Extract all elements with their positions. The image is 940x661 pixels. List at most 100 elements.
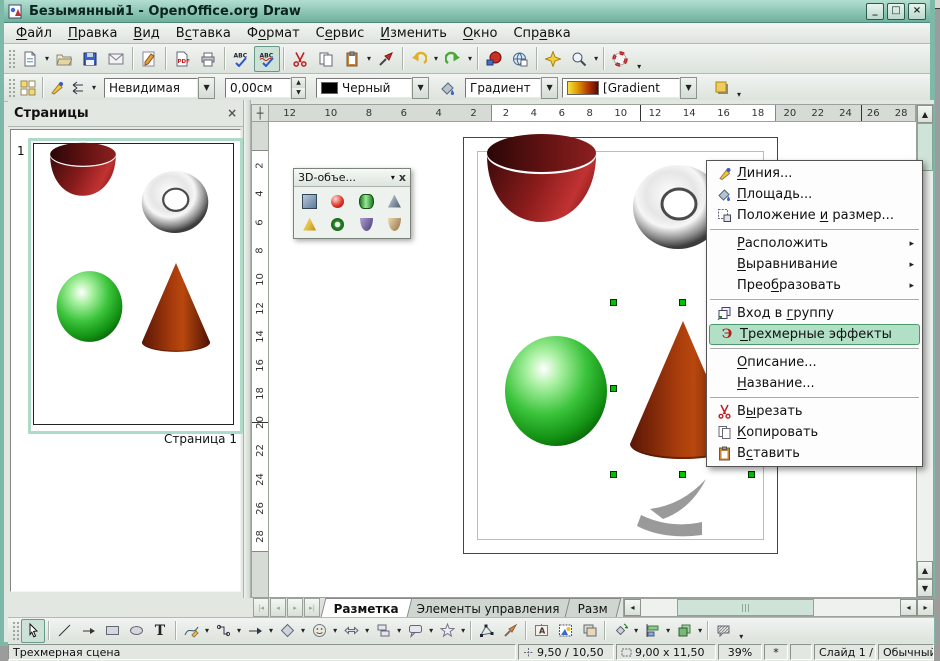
palette-close-icon[interactable]: x	[399, 171, 406, 184]
selection-handle-se[interactable]	[748, 471, 755, 478]
paste-dropdown[interactable]: ▾	[365, 54, 373, 63]
toolbar-grip[interactable]	[8, 49, 15, 69]
alignment-tool[interactable]	[640, 619, 664, 643]
save-button[interactable]	[77, 46, 103, 72]
pages-list[interactable]: 1 Страница 1	[10, 129, 241, 592]
3d-shell-tool[interactable]	[354, 214, 379, 234]
line-width-input[interactable]: 0,00см	[225, 78, 291, 98]
cut-button[interactable]	[287, 46, 313, 72]
lines-arrows-tool[interactable]	[243, 619, 267, 643]
menu-format[interactable]: Формат	[239, 25, 308, 42]
open-button[interactable]	[51, 46, 77, 72]
3d-cube-tool[interactable]	[297, 191, 322, 211]
toolbar-grip[interactable]	[8, 78, 15, 98]
new-document-button[interactable]	[17, 46, 43, 72]
spin-down-icon[interactable]: ▼	[292, 88, 305, 98]
format-paintbrush-button[interactable]	[373, 46, 399, 72]
selection-handle-sw[interactable]	[610, 471, 617, 478]
3d-objects-palette[interactable]: 3D-объе... ▾ x	[293, 168, 411, 239]
area-dialog-button[interactable]	[437, 75, 459, 101]
palette-dropdown-icon[interactable]: ▾	[387, 173, 399, 182]
stars-tool[interactable]	[435, 619, 459, 643]
pages-panel-close-icon[interactable]: ×	[227, 106, 237, 120]
arrange-tool[interactable]	[672, 619, 696, 643]
context-item-description[interactable]: Описание...	[707, 352, 922, 373]
arrow-style-button[interactable]	[68, 75, 90, 101]
3d-half-sphere-tool[interactable]	[382, 214, 407, 234]
toolbar-overflow[interactable]: ▾	[737, 90, 741, 99]
selection-handle-s[interactable]	[679, 471, 686, 478]
edit-points-tool[interactable]	[474, 619, 498, 643]
interaction-tool[interactable]	[711, 619, 735, 643]
last-layer-icon[interactable]: ▸|	[304, 598, 320, 617]
undo-dropdown[interactable]: ▾	[432, 54, 440, 63]
flowchart-tool[interactable]	[371, 619, 395, 643]
fontwork-tool[interactable]: A	[529, 619, 553, 643]
tab-layout[interactable]: Разметка	[321, 598, 413, 617]
insert-picture-tool[interactable]	[553, 619, 577, 643]
gallery-button[interactable]	[481, 46, 507, 72]
print-button[interactable]	[195, 46, 221, 72]
selection-handle-n[interactable]	[679, 299, 686, 306]
shadow-button[interactable]	[711, 75, 733, 101]
context-item-enter-group[interactable]: Вход в группу	[707, 303, 922, 324]
arrow-style-dropdown[interactable]: ▾	[90, 83, 98, 92]
menu-modify[interactable]: Изменить	[372, 25, 455, 42]
fill-type-dropdown[interactable]: ▼	[541, 77, 558, 99]
block-arrows-tool[interactable]	[339, 619, 363, 643]
menu-tools[interactable]: Сервис	[308, 25, 373, 42]
grid-button[interactable]	[17, 75, 39, 101]
context-item-convert[interactable]: Преобразовать ▸	[707, 275, 922, 296]
callouts-tool[interactable]	[403, 619, 427, 643]
connector-tool[interactable]	[211, 619, 235, 643]
gallery-tool[interactable]	[577, 619, 601, 643]
3d-sphere-tool[interactable]	[325, 191, 350, 211]
email-button[interactable]	[103, 46, 129, 72]
toolbar-overflow[interactable]: ▾	[739, 632, 743, 641]
fill-gradient-select[interactable]: [Gradient	[562, 78, 680, 98]
menu-window[interactable]: Окно	[455, 25, 506, 42]
panel-splitter[interactable]	[243, 100, 251, 598]
spin-up-icon[interactable]: ▲	[292, 78, 305, 88]
context-item-line[interactable]: Линия...	[707, 163, 922, 184]
line-style-select[interactable]: Невидимая	[104, 78, 198, 98]
horizontal-scroll-thumb[interactable]	[677, 599, 814, 616]
first-layer-icon[interactable]: |◂	[253, 598, 269, 617]
lines-arrows-dropdown[interactable]: ▾	[267, 626, 275, 635]
scroll-left-icon[interactable]: ◂	[624, 599, 641, 616]
menu-insert[interactable]: Вставка	[168, 25, 239, 42]
line-style-dropdown[interactable]: ▼	[198, 77, 215, 99]
undo-button[interactable]	[406, 46, 432, 72]
curve-dropdown[interactable]: ▾	[203, 626, 211, 635]
menu-file[interactable]: Файл	[8, 25, 60, 42]
stars-dropdown[interactable]: ▾	[459, 626, 467, 635]
auto-spellcheck-button[interactable]: ABC	[254, 46, 280, 72]
context-item-copy[interactable]: Копировать	[707, 422, 922, 443]
3d-cone-tool[interactable]	[382, 191, 407, 211]
ellipse-tool[interactable]	[124, 619, 148, 643]
edit-file-button[interactable]	[136, 46, 162, 72]
menu-help[interactable]: Справка	[505, 25, 578, 42]
context-item-name[interactable]: Название...	[707, 373, 922, 394]
status-zoom[interactable]: 39%	[718, 644, 762, 660]
fill-type-select[interactable]: Градиент	[465, 78, 541, 98]
hyperlink-button[interactable]	[507, 46, 533, 72]
rotate-dropdown[interactable]: ▾	[632, 626, 640, 635]
menu-view[interactable]: Вид	[125, 25, 167, 42]
3d-cylinder-tool[interactable]	[354, 191, 379, 211]
scroll-down-icon[interactable]: ▼	[917, 579, 933, 597]
close-button[interactable]: ×	[908, 3, 926, 20]
prev-layer-icon[interactable]: ◂	[270, 598, 286, 617]
text-tool[interactable]: T	[148, 619, 172, 643]
fill-gradient-dropdown[interactable]: ▼	[680, 77, 697, 99]
paste-button[interactable]	[339, 46, 365, 72]
tab-dimension-lines[interactable]: Разм	[565, 598, 622, 617]
line-tool[interactable]	[52, 619, 76, 643]
selection-handle-nw[interactable]	[610, 299, 617, 306]
connector-dropdown[interactable]: ▾	[235, 626, 243, 635]
context-item-area[interactable]: Площадь...	[707, 184, 922, 205]
scroll-up-icon[interactable]: ▲	[917, 561, 933, 579]
navigator-button[interactable]	[540, 46, 566, 72]
line-color-select[interactable]: Черный	[316, 78, 412, 98]
block-arrows-dropdown[interactable]: ▾	[363, 626, 371, 635]
